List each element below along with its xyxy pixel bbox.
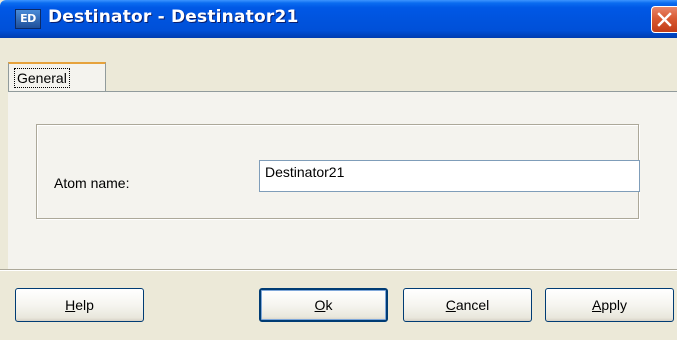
apply-button-mnemonic: A <box>591 297 602 313</box>
apply-button[interactable]: Apply <box>545 288 674 322</box>
close-button[interactable] <box>651 6 677 33</box>
cancel-button-text: ancel <box>455 297 490 313</box>
ok-button-text: k <box>325 297 333 313</box>
apply-button-text: pply <box>601 297 628 313</box>
button-divider <box>0 269 677 271</box>
title-bar[interactable]: ED Destinator - Destinator21 <box>0 0 677 38</box>
help-button[interactable]: Help <box>15 288 144 322</box>
close-icon <box>657 12 672 27</box>
tab-general-label: General <box>14 68 70 88</box>
atom-name-input[interactable] <box>259 160 640 192</box>
atom-name-label: Atom name: <box>54 175 130 191</box>
ok-button[interactable]: Ok <box>259 288 388 322</box>
help-button-text: elp <box>75 297 94 313</box>
cancel-button[interactable]: Cancel <box>403 288 532 322</box>
help-button-mnemonic: H <box>65 297 76 313</box>
ed-app-icon[interactable]: ED <box>15 9 41 29</box>
tab-general[interactable]: General <box>8 62 106 92</box>
ok-button-mnemonic: O <box>314 297 326 313</box>
cancel-button-mnemonic: C <box>445 297 456 313</box>
window-title: Destinator - Destinator21 <box>48 7 299 27</box>
